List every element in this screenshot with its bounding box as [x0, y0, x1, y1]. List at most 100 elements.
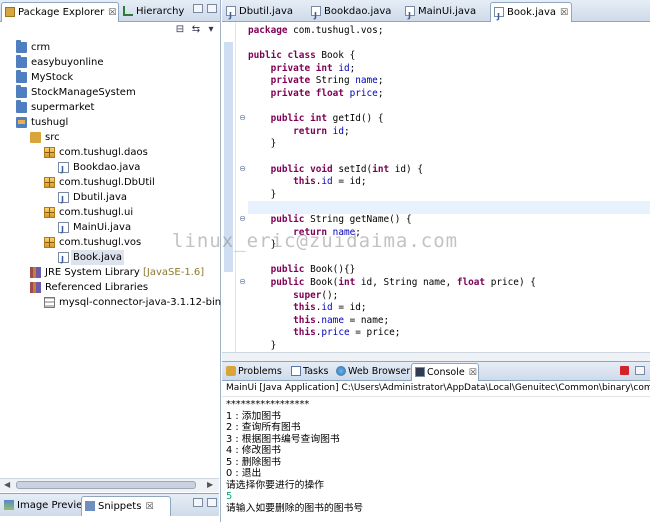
fold-toggle-icon[interactable]: ⊖	[237, 214, 248, 223]
code-token: name	[321, 314, 344, 326]
code-token: }	[248, 188, 277, 200]
collapse-all-icon[interactable]: ⊟	[174, 24, 186, 36]
code-token: = id;	[332, 176, 367, 188]
tab-label: Dbutil.java	[239, 6, 293, 17]
code-token: this	[248, 314, 316, 326]
tab-mainui-java[interactable]: MainUi.java	[402, 2, 488, 25]
scroll-right-icon[interactable]: ▶	[207, 480, 213, 489]
close-icon[interactable]: ☒	[560, 8, 568, 18]
tree-item[interactable]: StockManageSystem	[0, 85, 219, 100]
tree-item[interactable]: Bookdao.java	[0, 160, 219, 177]
tree-item[interactable]: easybuyonline	[0, 55, 219, 70]
scrollbar-thumb[interactable]	[16, 481, 196, 489]
project-folder-icon	[16, 40, 27, 53]
tab-snippets[interactable]: Snippets ☒	[81, 496, 171, 516]
image-preview-icon	[4, 500, 14, 510]
web-browser-icon	[336, 366, 346, 376]
source-folder-icon	[30, 132, 41, 143]
tree-item[interactable]: src	[0, 130, 219, 145]
hierarchy-icon	[123, 6, 133, 16]
tree-item[interactable]: mysql-connector-java-3.1.12-bin.jar -	[0, 295, 244, 310]
console-panel: Problems Tasks Web Browser Console ☒ Main…	[222, 361, 650, 523]
tree-item[interactable]: crm	[0, 40, 219, 55]
code-line: public int getId() {	[248, 113, 650, 126]
remove-launch-icon[interactable]	[635, 366, 645, 375]
code-token: ();	[321, 289, 339, 301]
code-line: package com.tushugl.vos;	[248, 25, 650, 38]
maximize-icon[interactable]	[207, 4, 217, 13]
tree-item-label: com.tushugl.daos	[59, 147, 148, 158]
close-icon[interactable]: ☒	[108, 8, 116, 18]
code-area[interactable]: package com.tushugl.vos; public class Bo…	[248, 22, 650, 352]
code-token: Book(){}	[310, 264, 356, 276]
code-line: this.price = price;	[248, 327, 650, 340]
code-token: public	[248, 214, 311, 225]
maximize-icon[interactable]	[207, 498, 217, 507]
tree-item[interactable]: supermarket	[0, 100, 219, 115]
tree-item-decoration: [JavaSE-1.6]	[139, 267, 205, 278]
minimize-icon[interactable]	[193, 498, 203, 507]
watermark: linux_eric@zuidaima.com	[172, 230, 459, 252]
code-line: this.name = name;	[248, 315, 650, 328]
view-menu-icon[interactable]: ▾	[205, 24, 217, 36]
tab-package-explorer[interactable]: Package Explorer ☒	[1, 2, 119, 22]
fold-toggle-icon[interactable]: ⊖	[237, 113, 248, 122]
tab-book-java[interactable]: Book.java☒	[490, 2, 572, 26]
tab-problems[interactable]: Problems	[223, 363, 286, 381]
tree-item[interactable]: tushugl	[0, 115, 219, 130]
tree-item[interactable]: com.tushugl.DbUtil	[0, 175, 219, 190]
tab-hierarchy[interactable]: Hierarchy	[120, 2, 190, 22]
tree-item[interactable]: MyStock	[0, 70, 219, 85]
tab-web-browser[interactable]: Web Browser	[333, 363, 410, 381]
tree-item[interactable]: com.tushugl.daos	[0, 145, 219, 160]
tree-item-label: Referenced Libraries	[45, 282, 149, 293]
code-token: private float	[248, 88, 350, 99]
close-icon[interactable]: ☒	[145, 502, 153, 512]
console-output-line: *****************	[226, 399, 310, 410]
tab-image-preview[interactable]: Image Preview	[1, 496, 90, 516]
tab-label: Bookdao.java	[324, 6, 392, 17]
tab-dbutil-java[interactable]: Dbutil.java	[223, 2, 306, 25]
tab-bookdao-java[interactable]: Bookdao.java	[308, 2, 400, 25]
tree-item[interactable]: Book.java	[0, 250, 219, 267]
close-icon[interactable]: ☒	[469, 368, 477, 378]
console-output[interactable]: ***************** 1 : 添加图书 2 : 查询所有图书 3 : 根…	[226, 399, 650, 514]
package-icon	[44, 207, 55, 218]
link-with-editor-icon[interactable]: ⇆	[190, 24, 202, 36]
tree-item-label: easybuyonline	[31, 57, 104, 68]
tab-tasks[interactable]: Tasks	[288, 363, 332, 381]
horizontal-scrollbar[interactable]: ◀ ▶	[0, 478, 219, 492]
jar-icon	[44, 297, 55, 308]
code-token: Book {	[321, 50, 356, 62]
left-tabbar: Package Explorer ☒ Hierarchy	[0, 0, 220, 22]
tree-item[interactable]: Referenced Libraries	[0, 280, 219, 295]
code-token: = id;	[332, 302, 367, 314]
tree-item[interactable]: com.tushugl.ui	[0, 205, 219, 220]
editor-horizontal-scrollbar[interactable]	[222, 352, 650, 361]
console-input-line: 5	[226, 491, 233, 502]
code-line: super();	[248, 290, 650, 303]
code-token: }	[248, 340, 277, 351]
console-output-line: 4 : 修改图书	[226, 445, 281, 456]
code-line: public Book(){}	[248, 264, 650, 277]
tree-item-label: MainUi.java	[73, 222, 132, 233]
code-token: package	[248, 25, 294, 36]
tree-item[interactable]: JRE System Library [JavaSE-1.6]	[0, 265, 219, 280]
terminate-icon[interactable]	[620, 366, 629, 375]
code-line: public class Book {	[248, 50, 650, 63]
tree-item-label: com.tushugl.vos	[59, 237, 142, 248]
fold-toggle-icon[interactable]: ⊖	[237, 164, 248, 173]
fold-toggle-icon[interactable]: ⊖	[237, 277, 248, 286]
tab-label: Book.java	[507, 7, 557, 18]
code-token: price	[321, 327, 350, 339]
minimize-icon[interactable]	[193, 4, 203, 13]
project-folder-icon	[16, 85, 27, 98]
scroll-left-icon[interactable]: ◀	[4, 480, 10, 489]
tab-console[interactable]: Console ☒	[411, 363, 479, 381]
tree-item[interactable]: Dbutil.java	[0, 190, 219, 207]
console-output-line: 1 : 添加图书	[226, 410, 281, 422]
java-file-icon	[58, 192, 69, 207]
